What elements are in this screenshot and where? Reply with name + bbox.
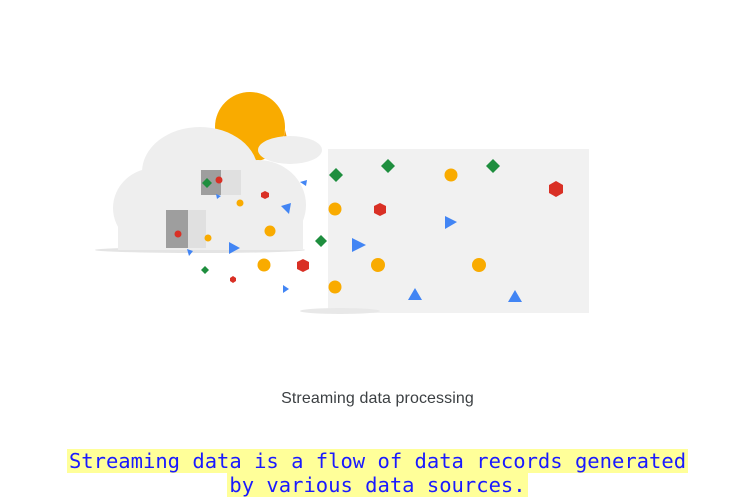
server-box-icon [166,210,206,248]
subtitle-line-2: by various data sources. [227,473,528,497]
subtitle-line-1: Streaming data is a flow of data records… [66,449,689,473]
caption: Streaming data processing [281,390,474,407]
streaming-data-illustration [95,92,589,314]
subtitle-line: Streaming data is a flow of data records… [0,449,755,473]
panel-shadow [300,308,380,314]
subtitle-line: by various data sources. [0,473,755,497]
data-panel [328,149,589,313]
subtitle: Streaming data is a flow of data records… [0,449,755,497]
